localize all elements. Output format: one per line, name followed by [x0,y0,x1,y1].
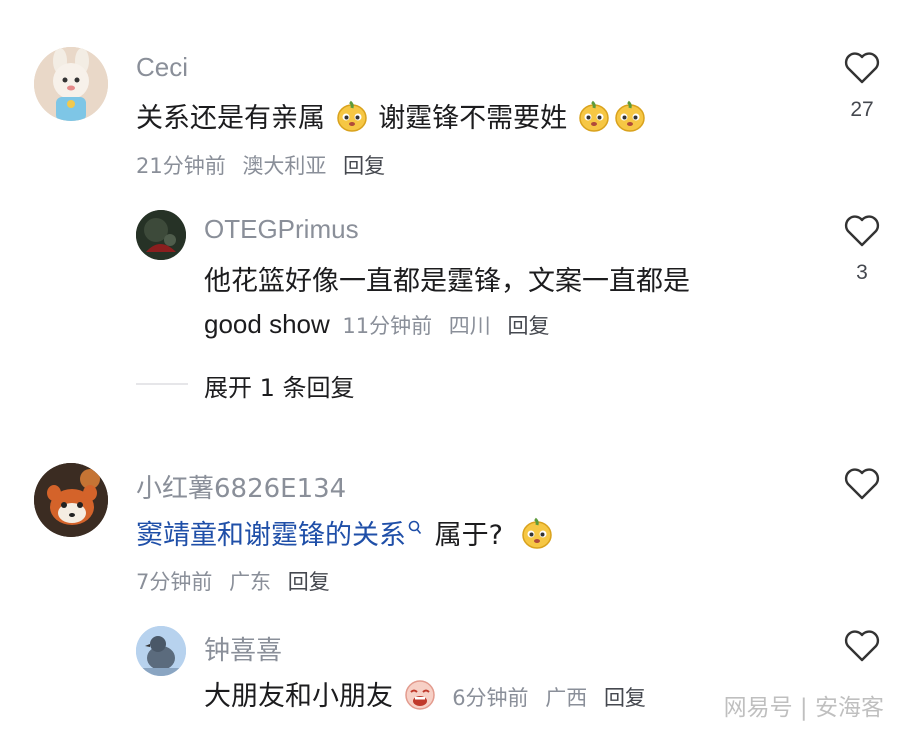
location: 澳大利亚 [242,154,327,178]
location: 广东 [229,570,272,594]
comment-meta: 7分钟前 广东 回复 [136,566,340,596]
comment-text: 关系还是有亲属 谢霆锋不需要姓 [136,96,648,140]
like-button[interactable]: 27 [842,52,882,122]
username[interactable]: OTEGPrimus [204,214,359,245]
comment-text-part: 大朋友和小朋友 [204,681,393,712]
username[interactable]: Ceci [136,52,188,83]
cartoon-bunny-avatar-icon [34,47,108,121]
like-button[interactable] [842,630,882,662]
username[interactable]: 钟喜喜 [204,630,282,667]
comment-meta: 11分钟前 四川 回复 [342,314,559,338]
avatar[interactable] [136,210,186,260]
red-panda-avatar-icon [34,463,108,537]
heart-icon [844,52,880,84]
avatar[interactable] [136,626,186,676]
crying-face-emoji-icon [403,677,437,718]
heart-icon [844,468,880,500]
lemon-emoji-icon [335,99,369,140]
comment-text-line2: good show 11分钟前 四川 回复 [204,309,559,340]
comment-meta: 21分钟前 澳大利亚 回复 [136,150,395,180]
comment-text-part: 窦靖童和谢霆锋的关系 [136,520,406,551]
avatar[interactable] [34,463,108,537]
like-count: 3 [856,261,868,284]
timestamp: 11分钟前 [342,314,433,338]
comment-meta: 6分钟前 广西 回复 [452,686,656,710]
watermark: 网易号 | 安海客 [724,688,884,722]
comment-text: 大朋友和小朋友 6分钟前 广西 回复 [204,674,656,718]
lemon-emoji-icon [613,99,647,140]
comment-text: 他花篮好像一直都是霆锋，文案一直都是 [204,266,690,297]
like-button[interactable] [842,468,882,500]
lemon-emoji-icon [520,516,554,557]
reply-button[interactable]: 回复 [604,686,646,710]
like-button[interactable]: 3 [842,215,882,285]
avatar[interactable] [34,47,108,121]
expand-replies-button[interactable]: 展开 1 条回复 [204,368,355,403]
comment-text: 窦靖童和谢霆锋的关系 属于? [136,512,555,557]
comment-text-part: 谢霆锋不需要姓 [378,103,568,134]
reply-button[interactable]: 回复 [507,314,549,338]
like-count: 27 [850,98,874,121]
timestamp: 21分钟前 [136,154,226,178]
timestamp: 7分钟前 [136,570,213,594]
username[interactable]: 小红薯6826E134 [136,468,346,505]
comment-text-part: good show [204,309,330,339]
comment-text-part: 属于? [434,520,503,551]
lemon-emoji-icon [577,99,611,140]
timestamp: 6分钟前 [452,686,529,710]
watermark-text: 网易号 | 安海客 [723,695,884,721]
expand-divider [136,383,188,385]
comment-text-part: 关系还是有亲属 [136,103,325,134]
reply-button[interactable]: 回复 [288,570,330,594]
search-icon[interactable] [408,512,422,543]
reply-button[interactable]: 回复 [343,154,385,178]
heart-icon [844,215,880,247]
location: 广西 [545,686,588,710]
dark-photo-avatar-icon [136,210,186,260]
location: 四川 [448,314,491,338]
pigeon-avatar-icon [136,626,186,676]
heart-icon [844,630,880,662]
